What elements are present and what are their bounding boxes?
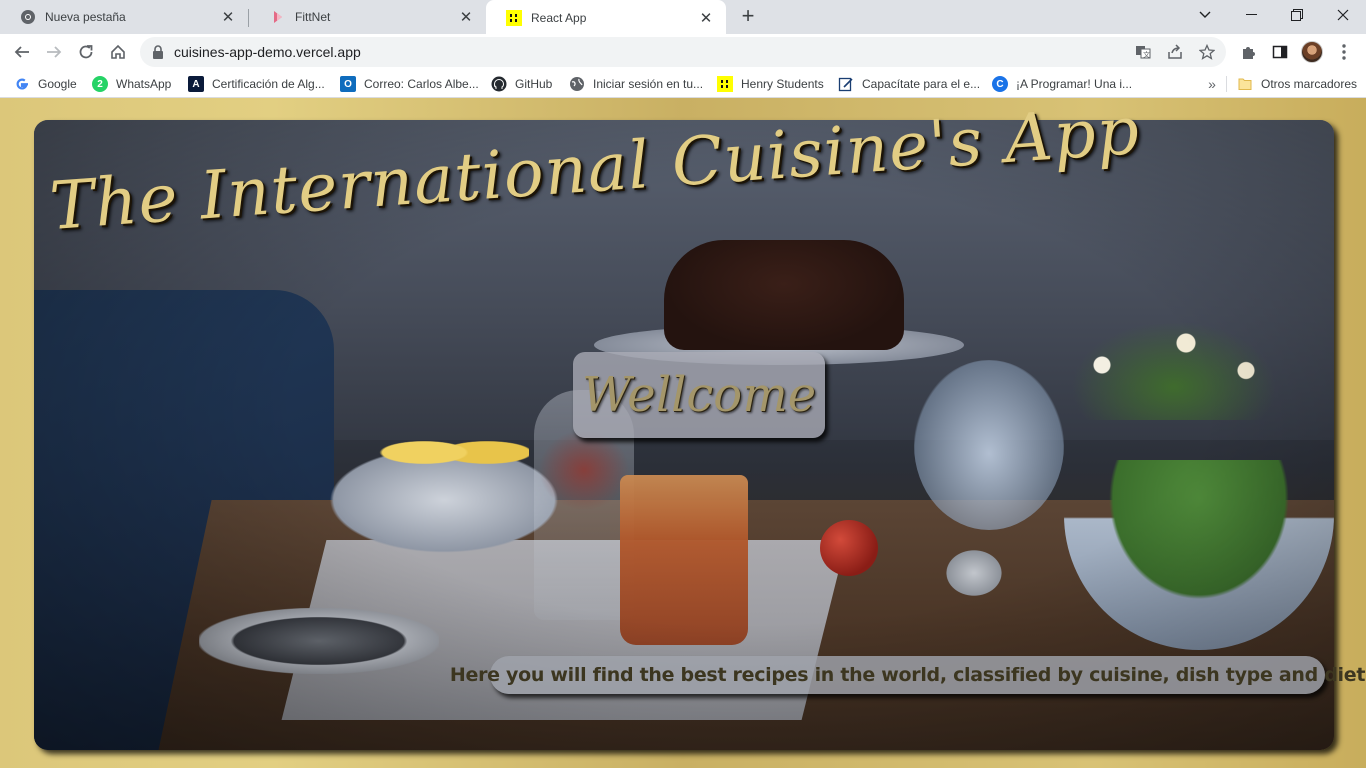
bookmark-label: Certificación de Alg... — [212, 77, 325, 91]
close-icon[interactable]: ✕ — [220, 9, 236, 26]
tab-label: Nueva pestaña — [45, 10, 126, 24]
lock-icon — [152, 44, 164, 60]
bookmark-correo[interactable]: O Correo: Carlos Albe... — [340, 74, 479, 94]
bookmark-other[interactable]: Otros marcadores — [1237, 74, 1357, 94]
bookmark-label: Google — [38, 77, 77, 91]
side-panel-icon[interactable] — [1270, 42, 1290, 62]
outlook-icon: O — [340, 76, 356, 92]
bookmark-label: GitHub — [515, 77, 553, 91]
browser-toolbar: cuisines-app-demo.vercel.app 文 — [0, 34, 1366, 70]
bookmark-label: Capacítate para el e... — [862, 77, 981, 91]
restore-button[interactable] — [1274, 0, 1320, 30]
tab-label: FittNet — [295, 10, 331, 24]
bookmark-label: Otros marcadores — [1261, 77, 1358, 91]
bookmark-github[interactable]: GitHub — [491, 74, 552, 94]
tab-divider — [248, 9, 249, 27]
url-text: cuisines-app-demo.vercel.app — [174, 44, 361, 60]
henry-icon — [506, 9, 522, 26]
bookmark-capacitate[interactable]: Capacítate para el e... — [838, 74, 980, 94]
tab-label: React App — [531, 10, 587, 25]
translate-icon[interactable]: 文 — [1134, 43, 1152, 61]
bookmark-label: Iniciar sesión en tu... — [593, 77, 704, 91]
home-button[interactable] — [104, 38, 132, 66]
bookmark-iniciar-sesion[interactable]: Iniciar sesión en tu... — [569, 74, 703, 94]
henry-icon — [717, 76, 733, 92]
bookmark-label: ¡A Programar! Una i... — [1016, 77, 1133, 91]
extensions-icon[interactable] — [1238, 42, 1258, 62]
chrome-c-icon: C — [992, 76, 1008, 92]
tab-nueva-pestana[interactable]: Nueva pestaña ✕ — [0, 0, 248, 34]
reload-button[interactable] — [72, 38, 100, 66]
bookmark-label: Correo: Carlos Albe... — [364, 77, 479, 91]
globe-icon — [569, 76, 585, 92]
tab-fittnet[interactable]: FittNet ✕ — [250, 0, 486, 34]
close-window-button[interactable] — [1320, 0, 1366, 30]
fittnet-icon — [270, 9, 286, 25]
minimize-button[interactable] — [1228, 0, 1274, 30]
page-subtitle: Here you will find the best recipes in t… — [450, 656, 1365, 694]
chrome-icon — [20, 9, 36, 25]
whatsapp-icon: 2 — [92, 76, 108, 92]
forward-button[interactable] — [40, 38, 68, 66]
close-icon[interactable]: ✕ — [458, 9, 474, 26]
share-icon[interactable] — [1166, 43, 1184, 61]
address-bar[interactable]: cuisines-app-demo.vercel.app 文 — [140, 37, 1226, 67]
google-icon — [14, 76, 30, 92]
bookmark-henry-students[interactable]: Henry Students — [717, 74, 824, 94]
github-icon — [491, 76, 507, 92]
tab-strip: Nueva pestaña ✕ FittNet ✕ React App ✕ + — [0, 0, 1366, 35]
star-icon[interactable] — [1198, 43, 1216, 61]
algorithm-icon: A — [188, 76, 204, 92]
edit-icon — [838, 76, 854, 92]
svg-text:文: 文 — [1143, 50, 1150, 59]
tab-react-app[interactable]: React App ✕ — [486, 0, 726, 35]
bookmark-google[interactable]: Google — [14, 74, 77, 94]
close-icon[interactable]: ✕ — [698, 10, 714, 27]
bookmark-label: Henry Students — [741, 77, 824, 91]
bookmark-a-programar[interactable]: C ¡A Programar! Una i... — [992, 74, 1132, 94]
bookmark-whatsapp[interactable]: 2 WhatsApp — [92, 74, 171, 94]
back-button[interactable] — [8, 38, 36, 66]
bookmark-label: WhatsApp — [116, 77, 172, 91]
new-tab-button[interactable]: + — [736, 5, 760, 29]
tab-search-chevron-icon[interactable] — [1182, 0, 1228, 30]
bookmark-certificacion[interactable]: A Certificación de Alg... — [188, 74, 325, 94]
profile-avatar[interactable] — [1301, 41, 1323, 63]
more-menu-icon[interactable] — [1334, 42, 1354, 62]
welcome-button[interactable]: Wellcome — [573, 352, 825, 438]
